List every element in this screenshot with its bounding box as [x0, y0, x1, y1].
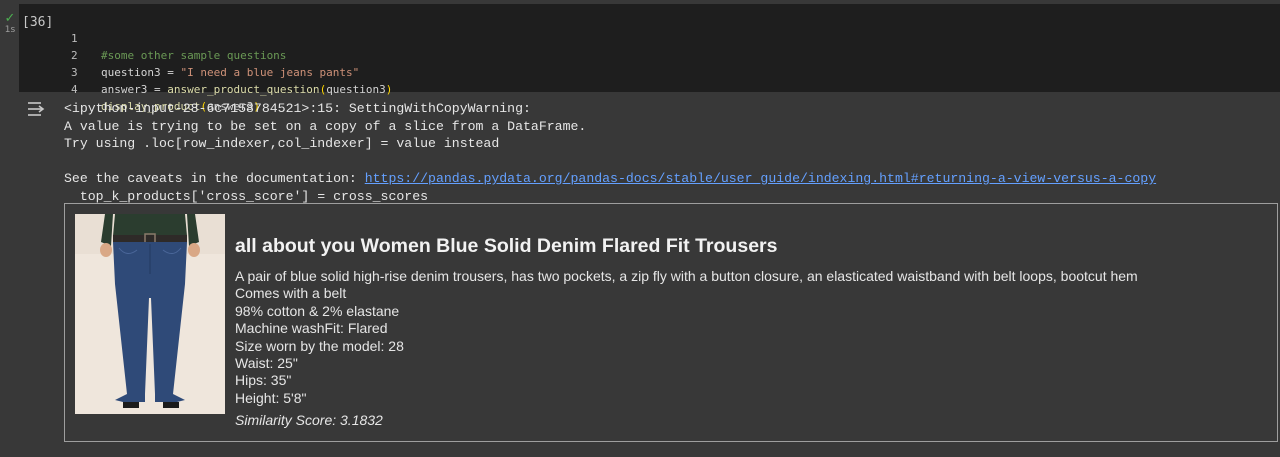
code-function: answer_product_question: [167, 83, 320, 96]
similarity-score: Similarity Score: 3.1832: [235, 412, 383, 429]
product-description-line: Waist: 25": [235, 355, 298, 372]
code-paren: ): [385, 83, 393, 96]
warning-line: Try using .loc[row_indexer,col_indexer] …: [64, 136, 500, 151]
code-text: question3 = "I need a blue jeans pants": [101, 64, 359, 81]
run-time: 1s: [4, 25, 16, 35]
check-icon: ✓: [4, 10, 16, 25]
product-card: all about you Women Blue Solid Denim Fla…: [64, 203, 1278, 442]
code-cell[interactable]: 1 #some other sample questions 2 questio…: [19, 4, 1280, 113]
warning-line: See the caveats in the documentation: ht…: [64, 170, 1274, 188]
code-line: 4 display_product(answer3): [19, 64, 260, 113]
code-argument: question3: [326, 83, 386, 96]
documentation-link[interactable]: https://pandas.pydata.org/pandas-docs/st…: [365, 171, 1156, 186]
warning-line: A value is trying to be set on a copy of…: [64, 118, 587, 134]
cell-output: <ipython-input-28-6c7158784521>:15: Sett…: [64, 100, 1274, 205]
product-description-line: Machine washFit: Flared: [235, 320, 388, 337]
line-number: 2: [71, 49, 78, 62]
product-description-line: Height: 5'8": [235, 389, 307, 406]
caveats-text: See the caveats in the documentation:: [64, 171, 365, 186]
product-description-line: Size worn by the model: 28: [235, 337, 404, 354]
cell-run-status: ✓ 1s: [2, 10, 18, 35]
execution-count[interactable]: [36]: [22, 15, 53, 30]
output-toggle-icon[interactable]: [26, 100, 48, 118]
code-line: 2 question3 = "I need a blue jeans pants…: [19, 30, 359, 79]
code-line: 3 answer3 = answer_product_question(ques…: [19, 47, 392, 96]
product-description-line: A pair of blue solid high-rise denim tro…: [235, 268, 1138, 284]
code-string: "I need a blue jeans pants": [180, 66, 360, 79]
line-number: 4: [71, 83, 78, 96]
line-number: 1: [71, 32, 78, 45]
code-comment: #some other sample questions: [101, 49, 287, 62]
code-variable: answer3 =: [101, 83, 168, 96]
line-number: 3: [71, 66, 78, 79]
code-text: answer3 = answer_product_question(questi…: [101, 81, 392, 98]
product-title: all about you Women Blue Solid Denim Fla…: [235, 235, 778, 257]
warning-line: [64, 153, 1274, 171]
product-description-line: Hips: 35": [235, 372, 292, 389]
product-image: [75, 214, 225, 414]
product-description-line: 98% cotton & 2% elastane: [235, 302, 400, 319]
warning-line: <ipython-input-28-6c7158784521>:15: Sett…: [64, 101, 531, 116]
product-info: all about you Women Blue Solid Denim Fla…: [235, 234, 1267, 429]
code-variable: question3 =: [101, 66, 181, 79]
product-description-line: Comes with a belt: [235, 285, 347, 302]
